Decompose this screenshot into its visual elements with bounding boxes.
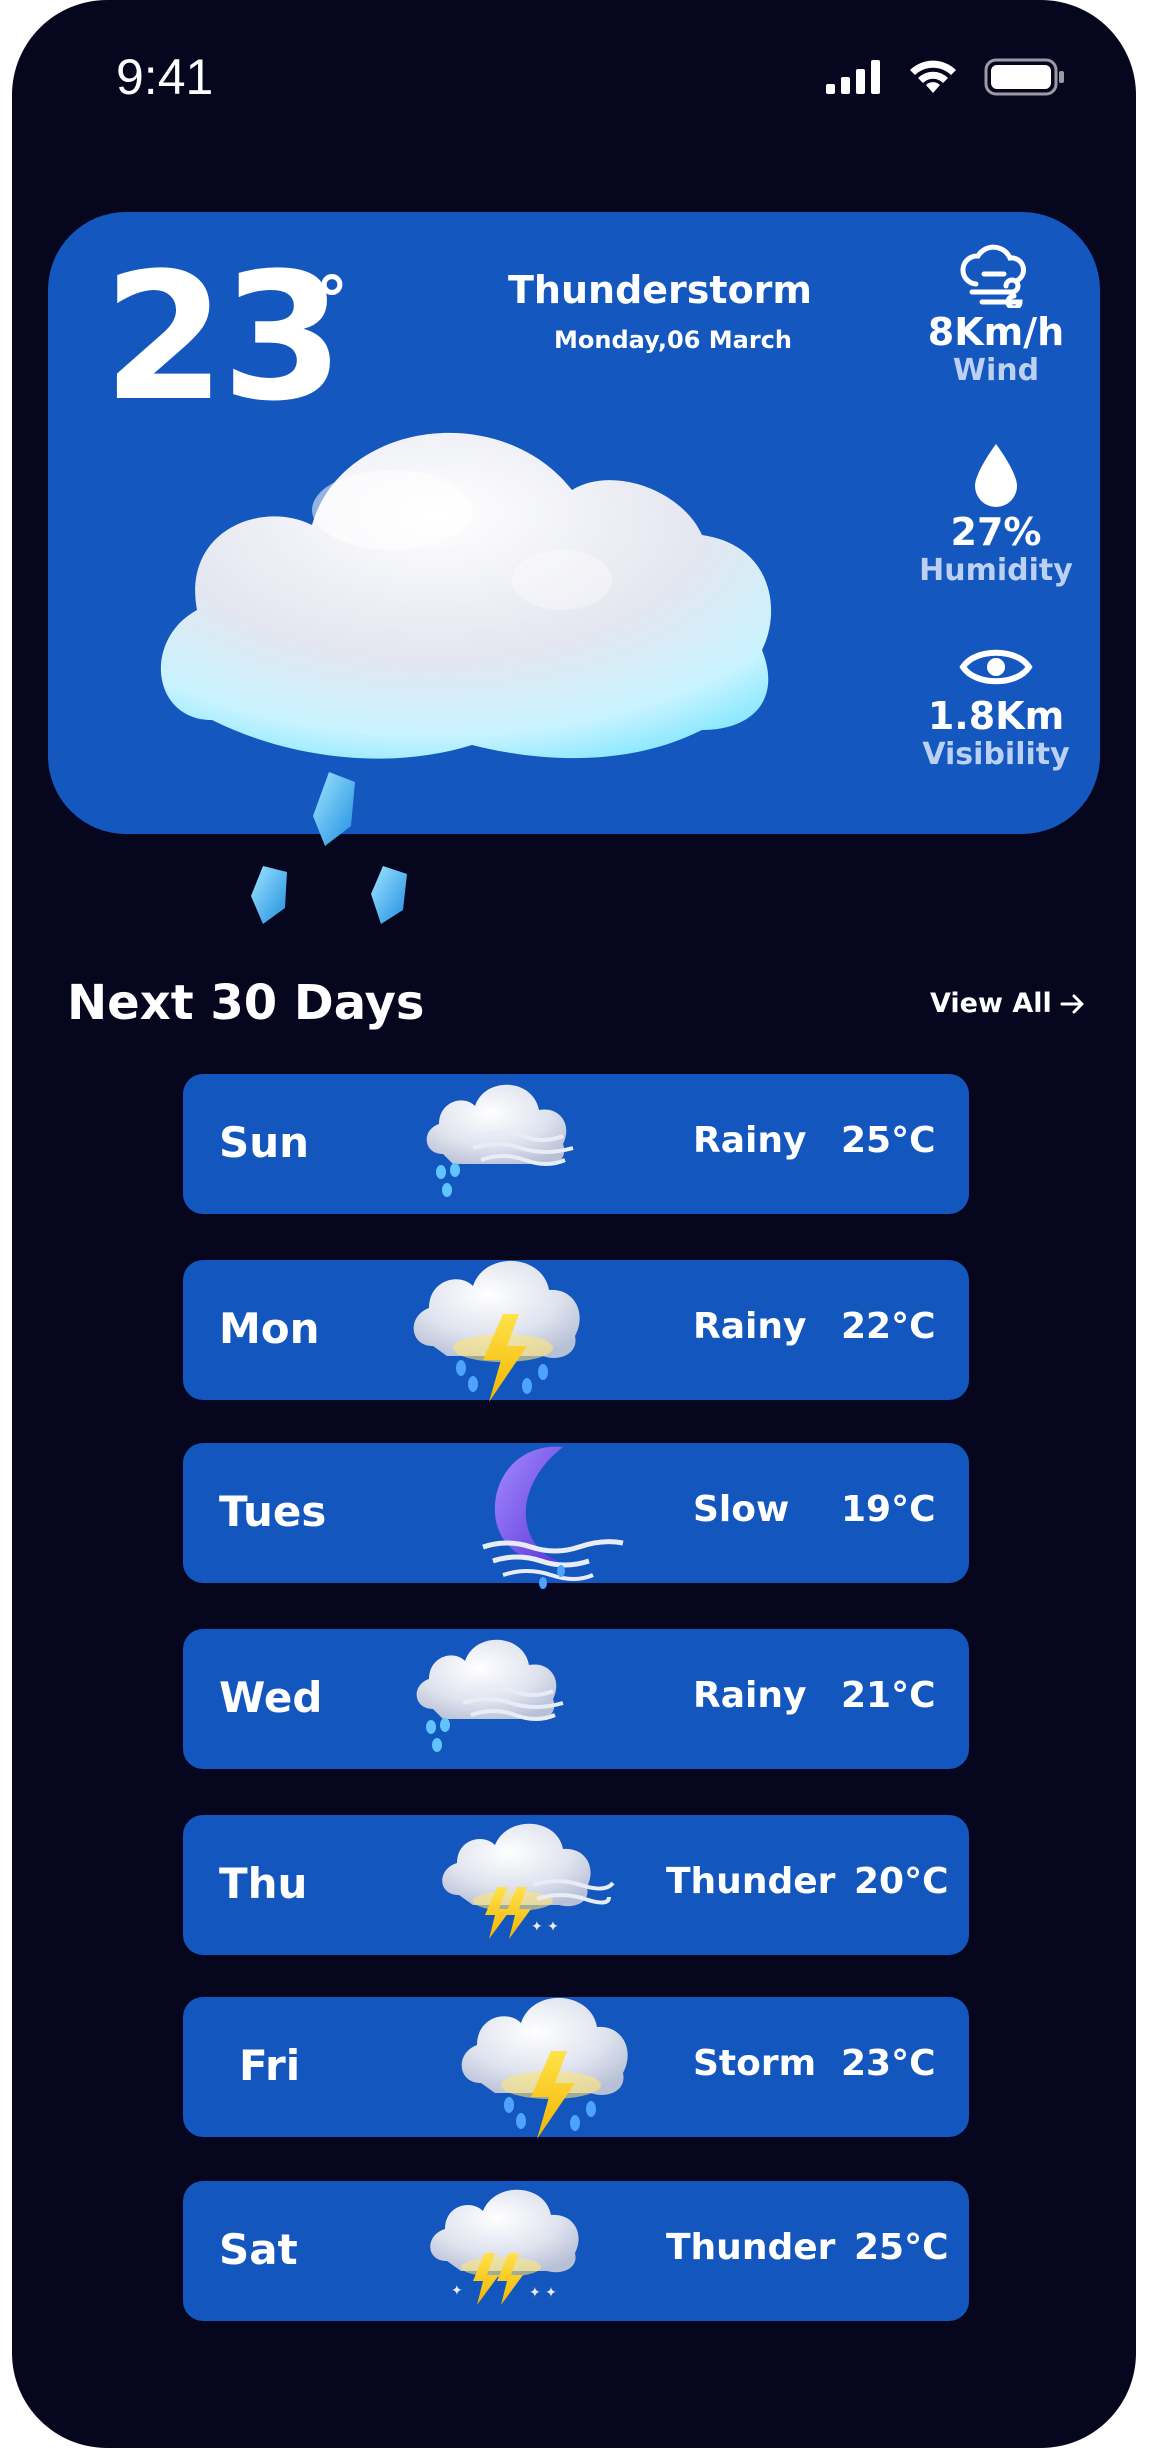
rain-drops-illustration bbox=[251, 772, 407, 924]
forecast-day: Sat bbox=[219, 2225, 298, 2274]
degree-symbol: ° bbox=[316, 264, 348, 338]
visibility-label: Visibility bbox=[922, 736, 1070, 772]
status-icons bbox=[826, 58, 1066, 96]
forecast-row-tues[interactable]: Tues Slow 19°C bbox=[183, 1443, 969, 1589]
humidity-label: Humidity bbox=[919, 552, 1073, 588]
view-all-label: View All bbox=[930, 988, 1052, 1019]
forecast-condition: Storm bbox=[693, 2043, 817, 2084]
forecast-row-wed[interactable]: Wed Rainy 21°C bbox=[183, 1629, 969, 1769]
phone-screen: 9:41 23 ° Thunderstorm Monday,06 March 8… bbox=[12, 0, 1136, 2448]
cloud-rain-wind-icon bbox=[426, 1084, 574, 1197]
forecast-row-mon[interactable]: Mon Rainy 22°C bbox=[183, 1260, 969, 1402]
forecast-day: Wed bbox=[219, 1673, 323, 1722]
moon-wind-icon bbox=[482, 1446, 624, 1589]
cloud-thunder-icon: ✦ ✦ ✦ bbox=[430, 2189, 579, 2305]
status-time: 9:41 bbox=[116, 49, 214, 105]
forecast-day: Mon bbox=[219, 1304, 320, 1353]
forecast-row-thu[interactable]: Thu ✦ ✦ Thunder 20°C bbox=[183, 1815, 969, 1955]
cloud-lightning-rain-icon bbox=[413, 1260, 580, 1402]
forecast-condition: Rainy bbox=[693, 1306, 807, 1347]
forecast-condition: Thunder bbox=[666, 2227, 836, 2268]
wind-stat: 8Km/h Wind bbox=[906, 244, 1086, 387]
humidity-stat: 27% Humidity bbox=[906, 442, 1086, 587]
cloud-lightning-rain-icon bbox=[461, 1997, 628, 2139]
forecast-day: Tues bbox=[219, 1487, 327, 1536]
forecast-temp: 22°C bbox=[841, 1306, 936, 1347]
eye-icon bbox=[959, 649, 1033, 685]
forecast-temp: 23°C bbox=[841, 2043, 936, 2084]
current-condition: Thunderstorm bbox=[508, 268, 813, 312]
forecast-condition: Rainy bbox=[693, 1675, 807, 1716]
visibility-stat: 1.8Km Visibility bbox=[906, 642, 1086, 771]
forecast-temp: 21°C bbox=[841, 1675, 936, 1716]
forecast-temp: 25°C bbox=[841, 1120, 936, 1161]
rain-cloud-illustration bbox=[160, 432, 772, 759]
wind-icon bbox=[960, 244, 1026, 308]
forecast-row-sun[interactable]: Sun Rainy 25°C bbox=[183, 1074, 969, 1214]
forecast-temp: 20°C bbox=[854, 1861, 949, 1902]
forecast-condition: Thunder bbox=[666, 1861, 836, 1902]
forecast-temp: 25°C bbox=[854, 2227, 949, 2268]
humidity-value: 27% bbox=[950, 510, 1042, 554]
battery-icon bbox=[984, 58, 1064, 96]
svg-text:✦: ✦ bbox=[451, 2283, 463, 2299]
svg-text:✦ ✦: ✦ ✦ bbox=[529, 2285, 557, 2301]
droplet-icon bbox=[975, 444, 1017, 507]
cloud-rain-wind-icon bbox=[416, 1639, 564, 1752]
view-all-link[interactable]: View All bbox=[930, 988, 1086, 1019]
forecast-title: Next 30 Days bbox=[67, 975, 425, 1031]
svg-text:✦ ✦: ✦ ✦ bbox=[531, 1919, 559, 1935]
forecast-temp: 19°C bbox=[841, 1489, 936, 1530]
cloud-thunder-wind-icon: ✦ ✦ bbox=[442, 1823, 615, 1939]
forecast-condition: Rainy bbox=[693, 1120, 807, 1161]
current-date: Monday,06 March bbox=[554, 326, 792, 354]
forecast-condition: Slow bbox=[693, 1489, 790, 1530]
forecast-day: Thu bbox=[219, 1859, 308, 1908]
forecast-row-fri[interactable]: Fri Storm 23°C bbox=[183, 1997, 969, 2139]
forecast-row-sat[interactable]: Sat ✦ ✦ ✦ Thunder 25°C bbox=[183, 2181, 969, 2321]
wind-value: 8Km/h bbox=[927, 310, 1065, 354]
visibility-value: 1.8Km bbox=[927, 694, 1065, 738]
forecast-day: Fri bbox=[239, 2041, 301, 2090]
signal-icon bbox=[826, 60, 880, 94]
wifi-icon bbox=[910, 60, 956, 93]
forecast-day: Sun bbox=[219, 1118, 310, 1167]
wind-label: Wind bbox=[952, 352, 1040, 388]
arrow-right-icon bbox=[1060, 994, 1084, 1013]
